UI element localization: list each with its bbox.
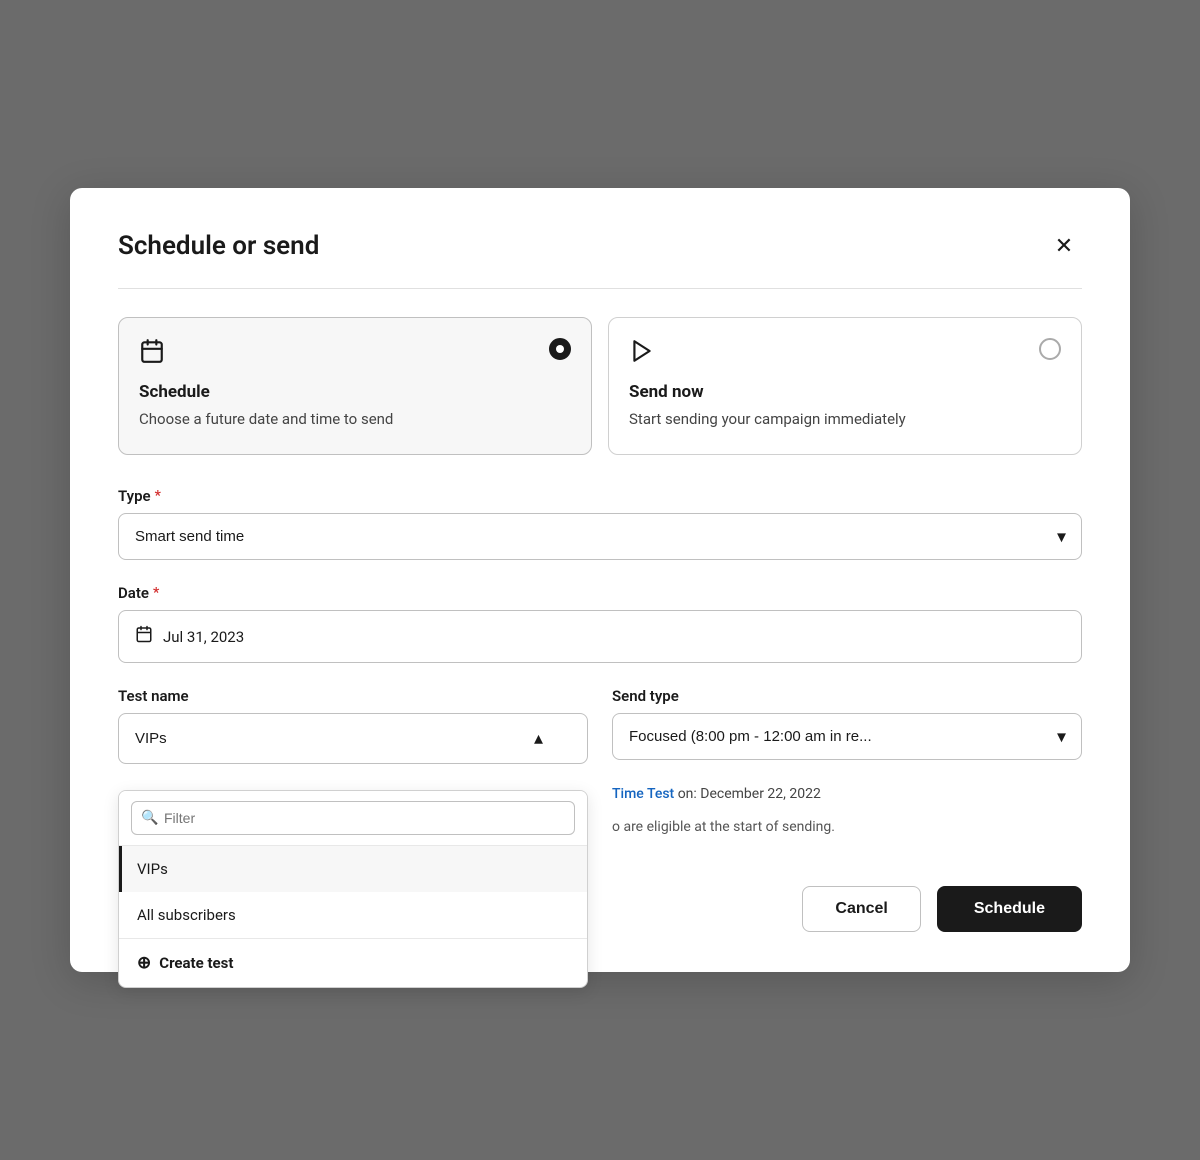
send-type-label: Send type [612, 687, 1082, 705]
dropdown-create-test[interactable]: ⊕ Create test [119, 938, 587, 987]
send-type-col: Send type Focused (8:00 pm - 12:00 am in… [612, 687, 1082, 838]
schedule-radio-inner [556, 345, 564, 353]
modal-title: Schedule or send [118, 231, 319, 261]
time-test-info: Time Test on: December 22, 2022 [612, 784, 1082, 805]
filter-input-wrap: 🔍 [131, 801, 575, 835]
create-plus-icon: ⊕ [137, 953, 151, 973]
send-icon [629, 338, 655, 370]
dropdown-item-all-subscribers[interactable]: All subscribers [119, 892, 587, 938]
date-field-label: Date * [118, 584, 1082, 602]
type-field-label: Type * [118, 487, 1082, 505]
test-name-value: VIPs [135, 730, 167, 747]
send-now-option-card[interactable]: Send now Start sending your campaign imm… [608, 317, 1082, 456]
date-input[interactable]: Jul 31, 2023 [118, 610, 1082, 663]
calendar-icon [139, 338, 165, 370]
schedule-card-desc: Choose a future date and time to send [139, 408, 571, 431]
type-required-star: * [155, 488, 161, 504]
send-now-card-top [629, 338, 1061, 370]
date-field-group: Date * Jul 31, 2023 [118, 584, 1082, 663]
send-type-select[interactable]: Focused (8:00 pm - 12:00 am in re... [612, 713, 1082, 760]
header-divider [118, 288, 1082, 289]
dropdown-item-vips[interactable]: VIPs [119, 846, 587, 892]
send-type-field-group: Send type Focused (8:00 pm - 12:00 am in… [612, 687, 1082, 760]
send-now-card-desc: Start sending your campaign immediately [629, 408, 1061, 431]
filter-search-icon: 🔍 [141, 810, 158, 826]
date-required-star: * [153, 585, 159, 601]
dropdown-filter-input[interactable] [131, 801, 575, 835]
time-test-link[interactable]: Time Test [612, 786, 678, 802]
close-button[interactable]: ✕ [1046, 228, 1082, 264]
dropdown-filter-wrap: 🔍 [119, 791, 587, 846]
schedule-card-label: Schedule [139, 382, 571, 402]
test-name-field-group: Test name VIPs ▴ [118, 687, 588, 764]
date-value: Jul 31, 2023 [163, 628, 244, 646]
two-col-row: Test name VIPs ▴ 🔍 [118, 687, 1082, 838]
date-picker-icon [135, 625, 153, 648]
schedule-card-top [139, 338, 571, 370]
test-name-chevron-icon: ▴ [534, 728, 543, 749]
type-select[interactable]: Smart send timeRegular sendScheduled [118, 513, 1082, 560]
schedule-button[interactable]: Schedule [937, 886, 1082, 932]
send-now-card-label: Send now [629, 382, 1061, 402]
type-select-wrapper: Smart send timeRegular sendScheduled ▾ [118, 513, 1082, 560]
test-name-col: Test name VIPs ▴ 🔍 [118, 687, 588, 788]
test-name-dropdown-menu: 🔍 VIPs All subscribers ⊕ Create test [118, 790, 588, 988]
test-name-label: Test name [118, 687, 588, 705]
test-name-dropdown-button[interactable]: VIPs ▴ [118, 713, 588, 764]
send-now-radio[interactable] [1039, 338, 1061, 360]
close-icon: ✕ [1055, 233, 1073, 259]
cancel-button[interactable]: Cancel [802, 886, 920, 932]
eligible-note: o are eligible at the start of sending. [612, 817, 1082, 838]
modal-overlay: Schedule or send ✕ Schedule Choose a f [0, 0, 1200, 1160]
modal-header: Schedule or send ✕ [118, 228, 1082, 264]
schedule-option-card[interactable]: Schedule Choose a future date and time t… [118, 317, 592, 456]
option-cards-row: Schedule Choose a future date and time t… [118, 317, 1082, 456]
type-field-group: Type * Smart send timeRegular sendSchedu… [118, 487, 1082, 560]
modal-dialog: Schedule or send ✕ Schedule Choose a f [70, 188, 1130, 973]
send-type-select-wrapper: Focused (8:00 pm - 12:00 am in re... ▾ [612, 713, 1082, 760]
schedule-radio[interactable] [549, 338, 571, 360]
